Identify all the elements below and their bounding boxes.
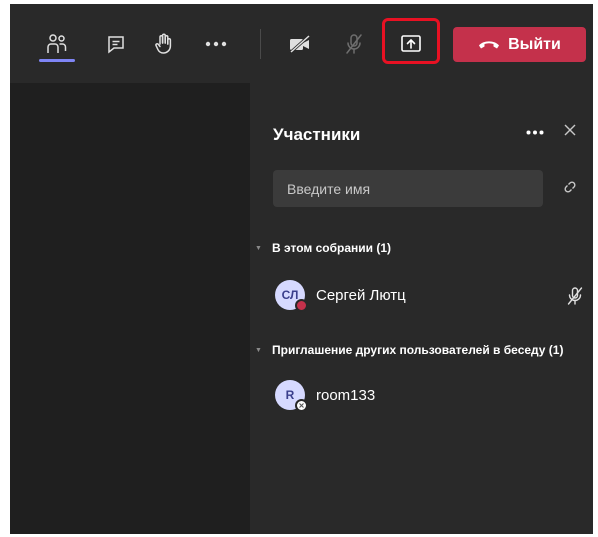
participant-row[interactable]: R room133 [273,376,583,416]
chat-icon [106,34,126,54]
section-title: В этом собрании (1) [272,241,391,255]
mic-off-icon [344,33,364,55]
status-busy-badge [295,299,308,312]
participant-name: room133 [316,387,376,404]
share-screen-highlight [382,18,440,64]
camera-off-icon [288,34,312,54]
caret-down-icon: ▼ [255,244,262,252]
participants-icon [46,33,68,55]
section-title: Приглашение других пользователей в бесед… [272,343,564,357]
avatar-initials: R [285,388,295,402]
section-invited-header[interactable]: ▼ Приглашение других пользователей в бес… [255,343,563,357]
more-options-icon [526,122,544,140]
video-stage [10,83,250,534]
meeting-toolbar: Выйти [10,4,593,83]
teams-meeting-window: Выйти Участники Введите имя ▼ В этом соб… [10,4,593,534]
participants-button[interactable] [39,28,75,60]
raise-hand-icon [154,33,174,55]
share-invite-link-button[interactable] [556,175,584,203]
panel-title: Участники [273,125,361,144]
caret-down-icon: ▼ [255,346,262,354]
more-options-icon [205,41,227,47]
hang-up-icon [478,36,500,54]
toolbar-divider [260,29,261,59]
participant-mute-button[interactable] [566,286,584,311]
close-icon [299,403,304,408]
link-icon [562,180,578,199]
panel-more-button[interactable] [521,119,549,143]
leave-button[interactable]: Выйти [453,27,586,62]
close-icon [564,123,576,141]
leave-label: Выйти [508,35,561,53]
more-options-button[interactable] [198,28,234,60]
mic-toggle-button[interactable] [336,28,372,60]
raise-hand-button[interactable] [146,28,182,60]
avatar-initials: СЛ [281,288,299,302]
panel-close-button[interactable] [557,119,583,145]
camera-toggle-button[interactable] [282,28,318,60]
participant-name: Сергей Лютц [316,287,406,304]
mic-off-icon [566,287,584,310]
active-tab-indicator [39,59,75,62]
participant-search-input[interactable] [273,170,543,207]
participant-row[interactable]: СЛ Сергей Лютц [273,276,583,316]
section-in-meeting-header[interactable]: ▼ В этом собрании (1) [255,241,391,255]
participants-panel: Участники Введите имя ▼ В этом собрании … [250,83,593,534]
status-offline-badge [295,399,308,412]
chat-button[interactable] [98,28,134,60]
